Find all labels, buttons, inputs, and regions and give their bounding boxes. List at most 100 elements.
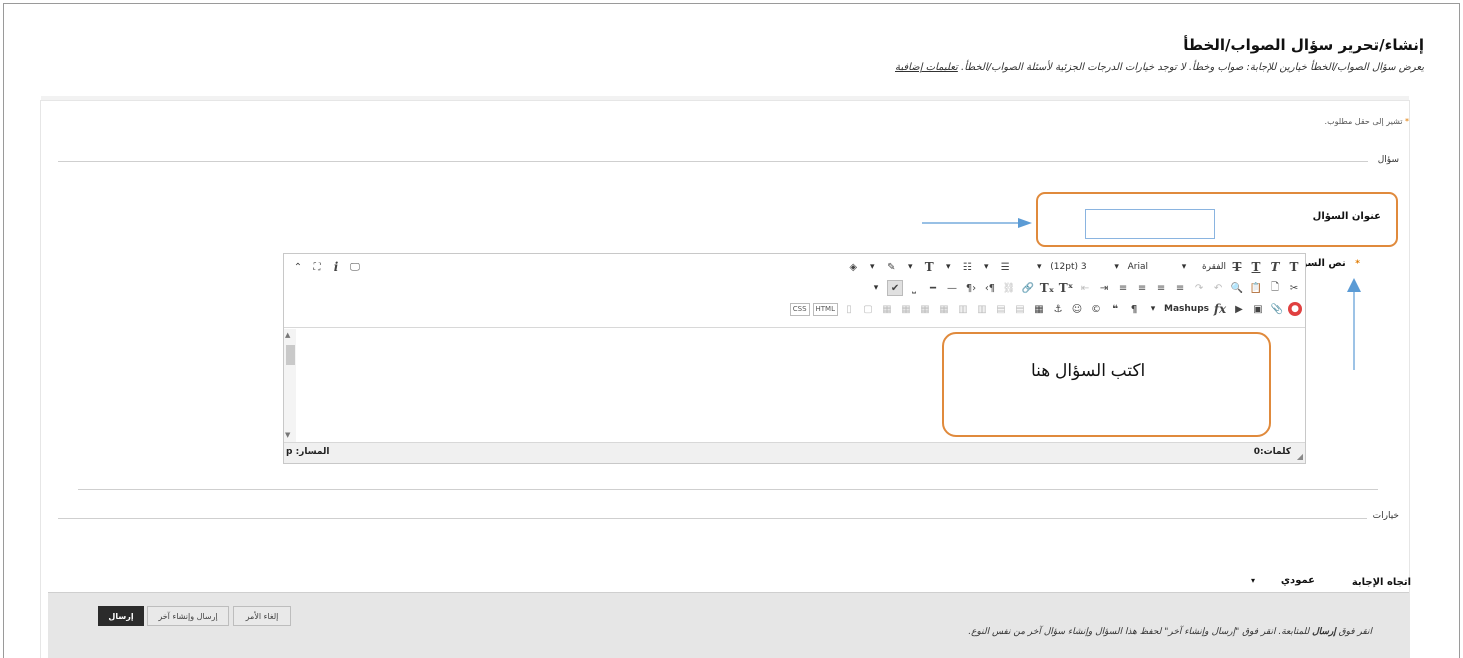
horizontal-line-icon[interactable]: — (944, 280, 960, 296)
paragraph-select[interactable]: الفقرة (1202, 259, 1226, 275)
math-formula-icon[interactable]: fx (1212, 301, 1228, 317)
text-color-icon[interactable]: ✎ (883, 259, 899, 275)
table-col-delete-icon[interactable]: ▥ (955, 301, 971, 317)
strikethrough-icon[interactable]: T (1229, 259, 1245, 275)
eraser-icon[interactable]: ◈ (845, 259, 861, 275)
paste-icon[interactable]: 📋 (1248, 280, 1264, 296)
dropdown-arrow-icon[interactable]: ▾ (1109, 259, 1125, 275)
table-delete-icon[interactable]: ▢ (860, 301, 876, 317)
indent-icon[interactable]: ⇥ (1096, 280, 1112, 296)
quote-icon[interactable]: ❝ (1107, 301, 1123, 317)
fullscreen-icon[interactable]: ⛶ (309, 259, 325, 275)
path-indicator: المسار: p (286, 447, 330, 457)
copy-icon[interactable]: 🗋 (1267, 280, 1283, 296)
undo-icon[interactable]: ↶ (1210, 280, 1226, 296)
bold-icon[interactable]: T (1286, 259, 1302, 275)
find-icon[interactable]: 🔍 (1229, 280, 1245, 296)
dropdown-arrow-icon[interactable]: ▾ (868, 280, 884, 296)
dropdown-arrow-icon[interactable]: ▾ (902, 259, 918, 275)
question-title-input[interactable] (1085, 209, 1215, 239)
scroll-down-icon[interactable]: ▼ (285, 431, 290, 439)
footer-note-submit: إرسال (1312, 627, 1336, 637)
table-merge-icon[interactable]: ▦ (936, 301, 952, 317)
answer-direction-select[interactable]: عمودي ▾ (1251, 571, 1315, 589)
scroll-up-icon[interactable]: ▲ (285, 331, 290, 339)
align-center-icon[interactable]: ≡ (1153, 280, 1169, 296)
anchor-icon[interactable]: ⚓ (1050, 301, 1066, 317)
dropdown-arrow-icon[interactable]: ▾ (1145, 301, 1161, 317)
submit-button[interactable]: إرسال (98, 606, 144, 626)
page-title: إنشاء/تحرير سؤال الصواب/الخطأ (1183, 36, 1424, 54)
dropdown-arrow-icon[interactable]: ▾ (1031, 259, 1047, 275)
align-justify-icon[interactable]: ≡ (1115, 280, 1131, 296)
dropdown-arrow-icon[interactable]: ▾ (864, 259, 880, 275)
word-count: كلمات:0 (1253, 447, 1291, 457)
nonbreaking-space-icon[interactable]: ⎵ (906, 280, 922, 296)
editor-statusbar: المسار: p كلمات:0 ◢ (284, 442, 1305, 463)
paragraph-mark-icon[interactable]: ¶ (1126, 301, 1142, 317)
table-col-insert-icon[interactable]: ▥ (974, 301, 990, 317)
font-style-icon[interactable]: T (921, 259, 937, 275)
table-icon[interactable]: ▦ (1031, 301, 1047, 317)
required-note: * تشير إلى حقل مطلوب. (1325, 117, 1409, 126)
font-select[interactable]: Arial (1128, 259, 1148, 275)
dropdown-arrow-icon[interactable]: ▾ (940, 259, 956, 275)
record-icon[interactable]: ● (1288, 302, 1302, 316)
table-split-icon[interactable]: ▦ (917, 301, 933, 317)
table-props-icon[interactable]: ▦ (879, 301, 895, 317)
hint-callout-text: اكتب السؤال هنا (1031, 361, 1146, 380)
footer-note-prefix: انقر فوق (1338, 627, 1372, 637)
scroll-thumb[interactable] (286, 345, 295, 365)
info-icon[interactable]: i (328, 259, 344, 275)
attach-icon[interactable]: 📎 (1269, 301, 1285, 317)
submit-and-create-button[interactable]: إرسال وإنشاء آخر (147, 606, 229, 626)
superscript-icon[interactable]: Tˣ (1058, 280, 1074, 296)
cut-icon[interactable]: ✂ (1286, 280, 1302, 296)
html-button[interactable]: HTML (812, 302, 838, 316)
link-icon[interactable]: 🔗 (1020, 280, 1036, 296)
copyright-icon[interactable]: © (1088, 301, 1104, 317)
table-row-insert-icon[interactable]: ▤ (1012, 301, 1028, 317)
rtl-icon[interactable]: ‹¶ (963, 280, 979, 296)
bullet-list-icon[interactable]: ☰ (997, 259, 1013, 275)
toolbar-row-2: ✂ 🗋 📋 🔍 ↶ ↷ ≡ ≡ ≡ ≡ ⇥ ⇤ Tˣ Tₓ 🔗 ⛓ ¶› ‹¶ … (865, 278, 1302, 298)
answer-direction-label: اتجاه الإجابة (1351, 577, 1411, 588)
section-divider (58, 161, 1368, 162)
required-star: * (1355, 259, 1360, 269)
dropdown-arrow-icon[interactable]: ▾ (1176, 259, 1192, 275)
more-help-link[interactable]: تعليمات إضافية (895, 62, 958, 73)
numbered-list-icon[interactable]: ☷ (959, 259, 975, 275)
emoticon-icon[interactable]: ☺ (1069, 301, 1085, 317)
unlink-icon[interactable]: ⛓ (1001, 280, 1017, 296)
align-right-icon[interactable]: ≡ (1134, 280, 1150, 296)
visual-aid-icon[interactable]: ▯ (841, 301, 857, 317)
css-button[interactable]: CSS (789, 302, 810, 316)
rule-icon[interactable]: ━ (925, 280, 941, 296)
resize-grip-icon[interactable]: ◢ (1297, 452, 1303, 461)
subscript-icon[interactable]: Tₓ (1039, 280, 1055, 296)
underline-icon[interactable]: T (1248, 259, 1264, 275)
submit-footer: إرسال إرسال وإنشاء آخر إلغاء الأمر انقر … (48, 592, 1409, 658)
collapse-toolbar-icon[interactable]: ⌃ (290, 259, 306, 275)
dropdown-arrow-icon[interactable]: ▾ (978, 259, 994, 275)
spellcheck-icon[interactable]: ✔ (887, 280, 903, 296)
required-note-text: تشير إلى حقل مطلوب. (1324, 117, 1403, 126)
image-icon[interactable]: ▣ (1250, 301, 1266, 317)
hint-callout-box (942, 332, 1271, 437)
table-cell-props-icon[interactable]: ▦ (898, 301, 914, 317)
align-left-icon[interactable]: ≡ (1172, 280, 1188, 296)
redo-icon[interactable]: ↷ (1191, 280, 1207, 296)
table-row-delete-icon[interactable]: ▤ (993, 301, 1009, 317)
preview-icon[interactable]: 🖵 (347, 259, 363, 275)
size-select[interactable]: 3 (12pt) (1050, 259, 1086, 275)
media-icon[interactable]: ▶ (1231, 301, 1247, 317)
toolbar-row-3: ● 📎 ▣ ▶ fx Mashups ▾ ¶ ❝ © ☺ ⚓ ▦ ▤ ▤ ▥ ▥… (787, 299, 1302, 319)
italic-icon[interactable]: T (1267, 259, 1283, 275)
answer-direction-value: عمودي (1280, 574, 1315, 586)
outdent-icon[interactable]: ⇤ (1077, 280, 1093, 296)
arrow-up-icon (1347, 278, 1361, 370)
ltr-icon[interactable]: ¶› (982, 280, 998, 296)
mashups-button[interactable]: Mashups (1164, 301, 1209, 317)
editor-scrollbar[interactable]: ▲ ▼ (284, 329, 296, 442)
cancel-button[interactable]: إلغاء الأمر (233, 606, 291, 626)
